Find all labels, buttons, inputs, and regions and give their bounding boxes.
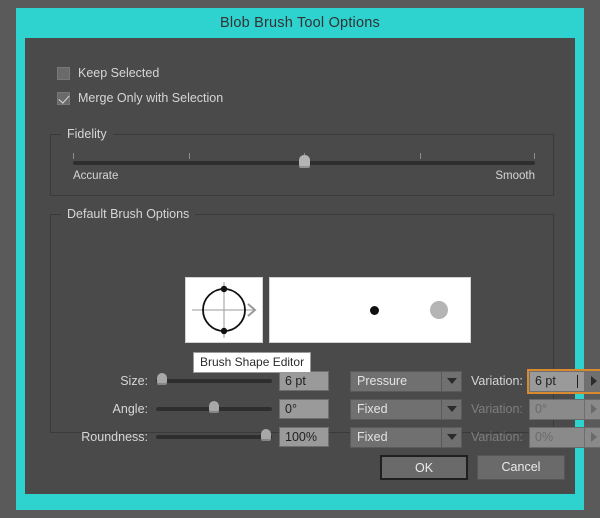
slider-angle[interactable] (156, 398, 272, 420)
label-roundness-variation: Variation: (471, 430, 523, 444)
label-angle: Angle: (61, 402, 148, 416)
tooltip-text: Brush Shape Editor (200, 355, 304, 369)
input-roundness-value[interactable]: 100% (279, 427, 329, 447)
control-row-roundness: Roundness: 100% Fixed Variation: 0% (51, 426, 553, 448)
dropdown-size-mode-label: Pressure (351, 372, 441, 391)
dialog-title-bar: Blob Brush Tool Options (16, 8, 584, 38)
fidelity-group: Fidelity Accurate Smooth (50, 134, 554, 196)
brush-shape-editor-tooltip: Brush Shape Editor (193, 352, 311, 373)
input-roundness-variation-value: 0% (530, 428, 584, 447)
stepper-arrow-icon (584, 400, 600, 419)
checkbox-keep-selected[interactable] (57, 67, 70, 80)
checkbox-label-merge-only: Merge Only with Selection (78, 91, 223, 105)
checkbox-label-keep-selected: Keep Selected (78, 66, 159, 80)
fidelity-label-smooth: Smooth (495, 170, 535, 182)
dropdown-roundness-mode-label: Fixed (351, 428, 441, 447)
fidelity-slider-track[interactable] (73, 161, 535, 165)
control-row-size: Size: 6 pt Pressure Variation: 6 pt (51, 370, 553, 392)
fidelity-group-label: Fidelity (61, 127, 113, 141)
chevron-down-icon[interactable] (441, 372, 461, 391)
stepper-arrow-icon[interactable] (584, 372, 600, 391)
brush-shape-editor[interactable] (185, 277, 263, 343)
slider-angle-thumb[interactable] (209, 401, 219, 413)
default-brush-options-group: Default Brush Options Brush Sha (50, 214, 554, 433)
slider-roundness[interactable] (156, 426, 272, 448)
preview-dot-small (370, 306, 379, 315)
brush-shape-icon (186, 278, 262, 342)
dropdown-angle-mode[interactable]: Fixed (350, 399, 462, 420)
label-size-variation: Variation: (471, 374, 523, 388)
stepper-arrow-icon (584, 428, 600, 447)
chevron-down-icon[interactable] (441, 428, 461, 447)
input-angle-value[interactable]: 0° (279, 399, 329, 419)
checkbox-row-keep-selected[interactable]: Keep Selected (57, 66, 159, 80)
slider-size-track[interactable] (156, 379, 272, 383)
dialog-body: Keep Selected Merge Only with Selection … (25, 38, 575, 494)
slider-size[interactable] (156, 370, 272, 392)
input-size-value[interactable]: 6 pt (279, 371, 329, 391)
ok-button[interactable]: OK (380, 455, 468, 480)
slider-size-thumb[interactable] (157, 373, 167, 385)
slider-roundness-track[interactable] (156, 435, 272, 439)
input-size-variation[interactable]: 6 pt (529, 371, 600, 392)
control-row-angle: Angle: 0° Fixed Variation: 0° (51, 398, 553, 420)
fidelity-slider-thumb[interactable] (299, 155, 310, 168)
slider-roundness-thumb[interactable] (261, 429, 271, 441)
cancel-button[interactable]: Cancel (477, 455, 565, 480)
label-roundness: Roundness: (61, 430, 148, 444)
input-roundness-variation: 0% (529, 427, 600, 448)
checkbox-merge-only[interactable] (57, 92, 70, 105)
page-title: Blob Brush Tool Options (220, 15, 380, 31)
label-size: Size: (61, 374, 148, 388)
dropdown-roundness-mode[interactable]: Fixed (350, 427, 462, 448)
dialog-window: Blob Brush Tool Options Keep Selected Me… (16, 8, 584, 510)
label-angle-variation: Variation: (471, 402, 523, 416)
fidelity-slider[interactable]: Accurate Smooth (73, 153, 535, 182)
dropdown-angle-mode-label: Fixed (351, 400, 441, 419)
fidelity-end-labels: Accurate Smooth (73, 170, 535, 182)
preview-dot-large (430, 301, 448, 319)
input-size-variation-value: 6 pt (530, 372, 584, 391)
default-brush-options-label: Default Brush Options (61, 207, 195, 221)
checkbox-row-merge-only[interactable]: Merge Only with Selection (57, 91, 223, 105)
chevron-down-icon[interactable] (441, 400, 461, 419)
input-angle-variation: 0° (529, 399, 600, 420)
dropdown-size-mode[interactable]: Pressure (350, 371, 462, 392)
fidelity-label-accurate: Accurate (73, 170, 118, 182)
brush-stroke-preview (269, 277, 471, 343)
input-angle-variation-value: 0° (530, 400, 584, 419)
